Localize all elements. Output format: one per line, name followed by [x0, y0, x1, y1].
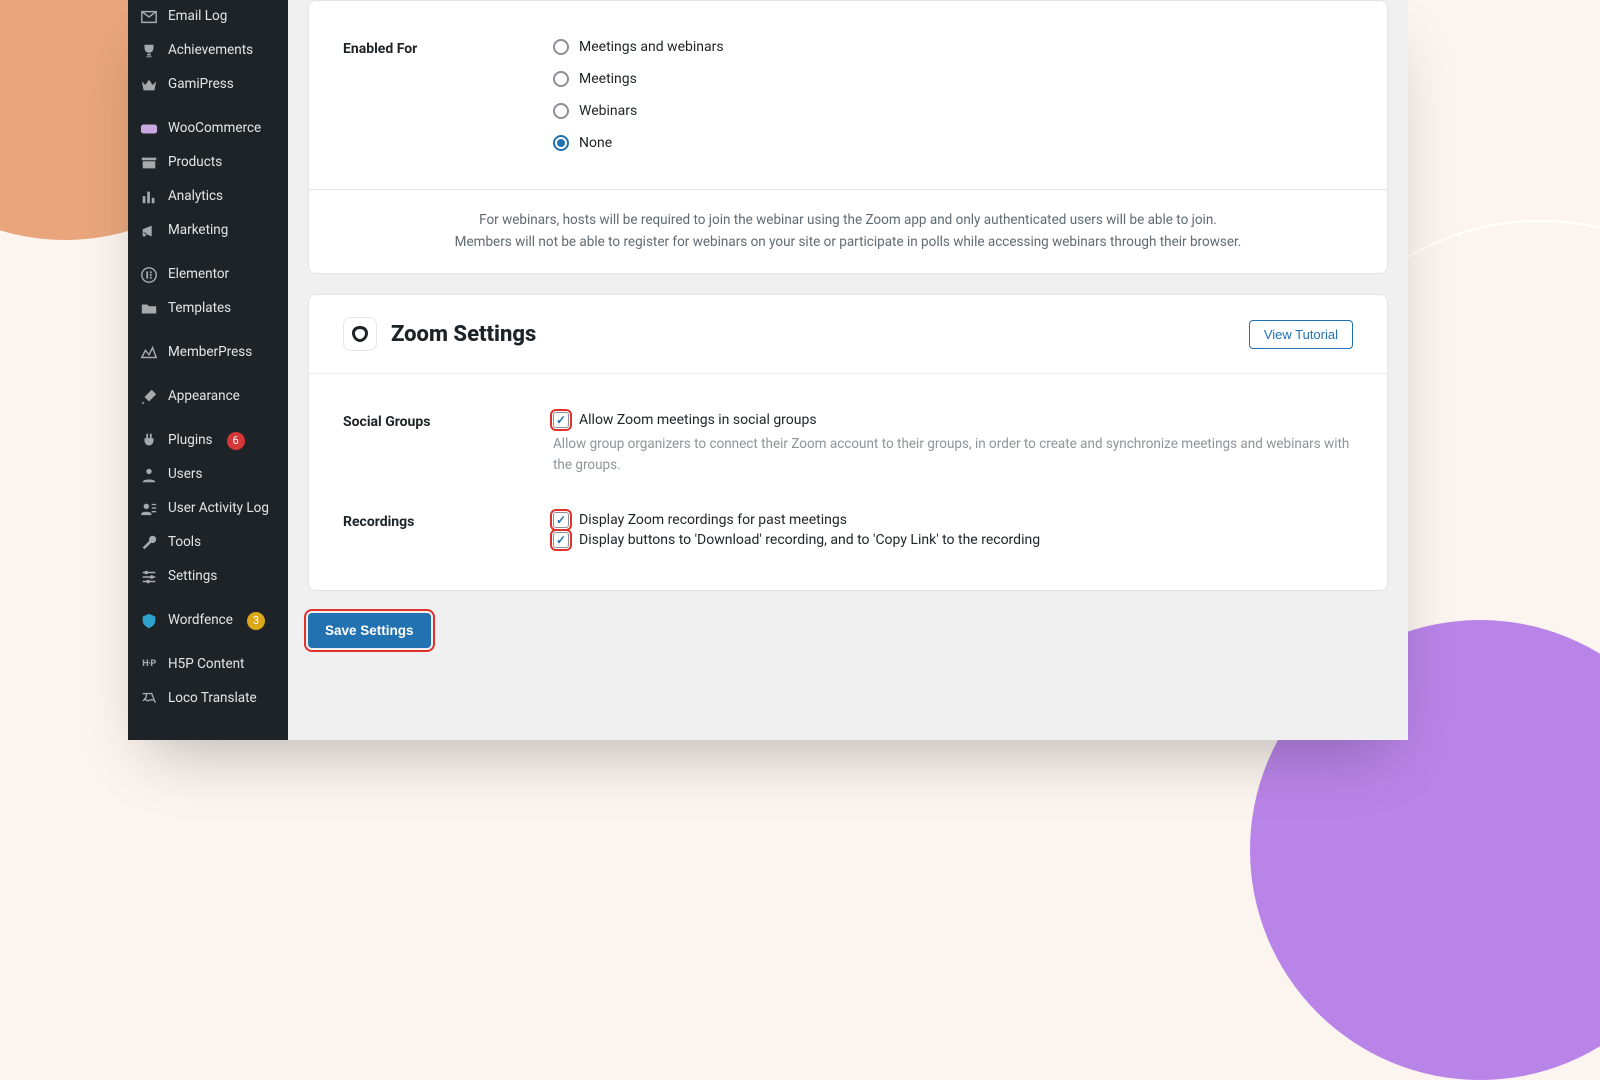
sidebar-label: Email Log — [168, 8, 227, 26]
sidebar-item-email-log[interactable]: Email Log — [128, 0, 288, 34]
admin-sidebar: Email Log Achievements GamiPress WooComm… — [128, 0, 288, 740]
sidebar-item-wordfence[interactable]: Wordfence 3 — [128, 604, 288, 638]
buddyboss-logo-icon — [343, 317, 377, 351]
sidebar-label: GamiPress — [168, 76, 234, 94]
sidebar-item-loco[interactable]: Loco Translate — [128, 682, 288, 716]
recordings-label: Recordings — [343, 512, 523, 530]
sidebar-item-gamipress[interactable]: GamiPress — [128, 68, 288, 102]
sidebar-item-user-activity-log[interactable]: User Activity Log — [128, 492, 288, 526]
sidebar-label: MemberPress — [168, 344, 252, 362]
enabled-for-card: Enabled For Meetings and webinars Meetin… — [308, 0, 1388, 274]
checkbox-allow-zoom-social-groups[interactable] — [553, 412, 569, 428]
megaphone-icon — [140, 222, 158, 240]
crown-icon — [140, 76, 158, 94]
sidebar-item-analytics[interactable]: Analytics — [128, 180, 288, 214]
sidebar-item-woocommerce[interactable]: WooCommerce — [128, 112, 288, 146]
sidebar-item-elementor[interactable]: Elementor — [128, 258, 288, 292]
sidebar-item-templates[interactable]: Templates — [128, 292, 288, 326]
sidebar-item-achievements[interactable]: Achievements — [128, 34, 288, 68]
sidebar-label: Appearance — [168, 388, 240, 406]
checkbox-label: Display buttons to 'Download' recording,… — [579, 532, 1040, 548]
checkbox-label: Display Zoom recordings for past meeting… — [579, 512, 847, 528]
bar-chart-icon — [140, 188, 158, 206]
sidebar-label: WooCommerce — [168, 120, 261, 138]
memberpress-icon — [140, 344, 158, 362]
sidebar-item-settings[interactable]: Settings — [128, 560, 288, 594]
plugins-badge: 6 — [227, 432, 245, 450]
h5p-icon: H·P — [140, 656, 158, 674]
webinar-note: For webinars, hosts will be required to … — [309, 189, 1387, 273]
folder-icon — [140, 300, 158, 318]
email-icon — [140, 8, 158, 26]
sidebar-item-users[interactable]: Users — [128, 458, 288, 492]
enabled-for-label: Enabled For — [343, 39, 523, 57]
social-groups-label: Social Groups — [343, 412, 523, 430]
social-groups-description: Allow group organizers to connect their … — [553, 434, 1353, 476]
checkbox-display-recordings[interactable] — [553, 512, 569, 528]
checkbox-display-download-copy-buttons[interactable] — [553, 532, 569, 548]
sidebar-label: Settings — [168, 568, 217, 586]
sidebar-label: Templates — [168, 300, 231, 318]
log-icon — [140, 500, 158, 518]
wrench-icon — [140, 534, 158, 552]
radio-meetings[interactable]: Meetings — [553, 71, 1353, 87]
sidebar-item-h5p[interactable]: H·P H5P Content — [128, 648, 288, 682]
translate-icon — [140, 690, 158, 708]
archive-icon — [140, 154, 158, 172]
sidebar-label: Tools — [168, 534, 201, 552]
sidebar-item-marketing[interactable]: Marketing — [128, 214, 288, 248]
zoom-settings-card: Zoom Settings View Tutorial Social Group… — [308, 294, 1388, 591]
sidebar-label: Wordfence — [168, 612, 233, 630]
enabled-for-options: Meetings and webinars Meetings Webinars … — [553, 39, 1353, 151]
sidebar-item-appearance[interactable]: Appearance — [128, 380, 288, 414]
sidebar-item-tools[interactable]: Tools — [128, 526, 288, 560]
checkbox-label: Allow Zoom meetings in social groups — [579, 412, 817, 428]
wordfence-badge: 3 — [247, 612, 265, 630]
radio-none[interactable]: None — [553, 135, 1353, 151]
woocommerce-icon — [140, 120, 158, 138]
brush-icon — [140, 388, 158, 406]
sidebar-label: Products — [168, 154, 222, 172]
sidebar-label: Elementor — [168, 266, 229, 284]
view-tutorial-button[interactable]: View Tutorial — [1249, 320, 1353, 349]
zoom-settings-title: Zoom Settings — [391, 322, 536, 347]
sidebar-item-products[interactable]: Products — [128, 146, 288, 180]
sidebar-label: User Activity Log — [168, 500, 269, 518]
sidebar-item-memberpress[interactable]: MemberPress — [128, 336, 288, 370]
radio-webinars[interactable]: Webinars — [553, 103, 1353, 119]
elementor-icon — [140, 266, 158, 284]
sidebar-label: Plugins — [168, 432, 213, 450]
plug-icon — [140, 432, 158, 450]
sidebar-item-plugins[interactable]: Plugins 6 — [128, 424, 288, 458]
sidebar-label: Achievements — [168, 42, 253, 60]
radio-meetings-and-webinars[interactable]: Meetings and webinars — [553, 39, 1353, 55]
user-icon — [140, 466, 158, 484]
app-window: Email Log Achievements GamiPress WooComm… — [128, 0, 1408, 740]
sidebar-label: H5P Content — [168, 656, 244, 674]
save-settings-button[interactable]: Save Settings — [308, 613, 431, 648]
sliders-icon — [140, 568, 158, 586]
sidebar-label: Users — [168, 466, 202, 484]
sidebar-label: Analytics — [168, 188, 223, 206]
shield-icon — [140, 612, 158, 630]
sidebar-label: Loco Translate — [168, 690, 257, 708]
trophy-icon — [140, 42, 158, 60]
sidebar-label: Marketing — [168, 222, 228, 240]
content-area: Enabled For Meetings and webinars Meetin… — [288, 0, 1408, 740]
